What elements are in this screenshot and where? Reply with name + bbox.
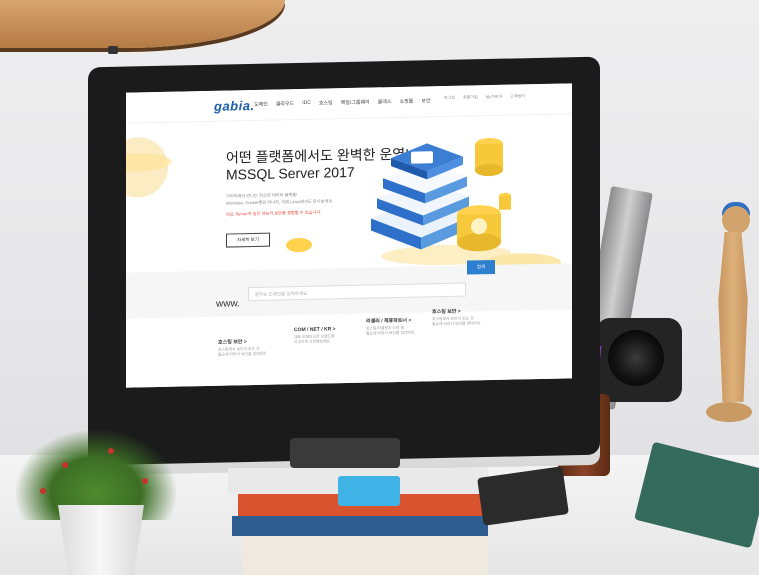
- menu-item-class[interactable]: 클래스: [378, 98, 392, 105]
- utility-links: 로그인 회원가입 My가비아 고객센터: [444, 93, 525, 101]
- menu-item-hosting[interactable]: 호스팅: [319, 99, 333, 106]
- site-logo[interactable]: gabia.: [214, 98, 255, 114]
- domain-search-button[interactable]: 검색: [467, 259, 495, 275]
- hero-title-line2: MSSQL Server 2017: [226, 163, 355, 183]
- info-columns: 호스팅 보안 > 호스팅에서 보안이 있는 것 필요에 따라서 보안을 업데이트 …: [126, 307, 572, 388]
- monitor-screen: gabia. 도메인 클라우드 IDC 호스팅 메일/그룹웨어 클래스 쇼핑몰 …: [126, 83, 572, 388]
- decor-puck: [286, 237, 312, 253]
- book: [242, 536, 488, 575]
- info-col-desc: 대표 도메인으로 브랜드를 이것으로 시작해보세요: [294, 334, 335, 345]
- info-col-com-net-kr[interactable]: COM / NET / KR > 대표 도메인으로 브랜드를 이것으로 시작해보세…: [294, 326, 336, 345]
- menu-item-mail[interactable]: 메일/그룹웨어: [341, 99, 370, 107]
- menu-item-shop[interactable]: 쇼핑몰: [399, 98, 413, 105]
- hero-note: SQL Server의 높은 성능과 보안을 경험할 수 있습니다.: [226, 209, 322, 217]
- menu-item-cloud[interactable]: 클라우드: [276, 100, 294, 107]
- info-col-title: 호스팅 보안 >: [218, 339, 247, 346]
- external-drive: [290, 438, 400, 468]
- menu-item-security[interactable]: 보안: [421, 97, 430, 104]
- isometric-server-illustration: [371, 138, 511, 266]
- figure-head: [722, 206, 750, 234]
- plant-berry: [40, 488, 46, 494]
- info-col-hosting-security-2[interactable]: 호스팅 보안 > 호스팅에서 보안이 있는 것 필요에 따라서 보안을 업데이트: [432, 307, 481, 327]
- signup-link[interactable]: 회원가입: [463, 94, 478, 100]
- info-col-desc: 호스팅/리셀링과 이전 등 필요에 따라서 보안을 업데이트: [366, 325, 415, 336]
- info-col-title: COM / NET / KR >: [294, 326, 336, 334]
- hero-more-button[interactable]: 자세히 보기: [226, 232, 270, 248]
- info-col-desc: 호스팅에서 보안이 있는 것 필요에 따라서 보안을 업데이트: [218, 346, 267, 357]
- plant-berry: [142, 478, 148, 484]
- www-prefix: www.: [216, 298, 240, 310]
- blue-box: [338, 476, 400, 506]
- main-menu: 도메인 클라우드 IDC 호스팅 메일/그룹웨어 클래스 쇼핑몰 보안: [254, 97, 430, 108]
- info-col-title: 리셀러 / 제휴파트너 >: [366, 317, 412, 325]
- hero-desc-line2: Windows, Docker뿐만 아니라, 이제 Linux에서도 만나보세요…: [226, 198, 334, 206]
- info-col-hosting-security[interactable]: 호스팅 보안 > 호스팅에서 보안이 있는 것 필요에 따라서 보안을 업데이트: [218, 338, 267, 358]
- info-col-reseller[interactable]: 리셀러 / 제휴파트너 > 호스팅/리셀링과 이전 등 필요에 따라서 보안을 업…: [366, 317, 415, 337]
- info-col-title: 호스팅 보안 >: [432, 308, 461, 316]
- shelf-peg: [108, 46, 118, 54]
- book: [232, 516, 488, 536]
- hero-banner: 어떤 플랫폼에서도 완벽한 운영! MSSQL Server 2017 가비아에…: [126, 114, 572, 293]
- plant-berry: [108, 448, 114, 454]
- plant-berry: [62, 462, 68, 468]
- support-link[interactable]: 고객센터: [510, 93, 525, 99]
- camera-lens: [608, 330, 664, 386]
- menu-item-idc[interactable]: IDC: [302, 100, 311, 107]
- login-link[interactable]: 로그인: [444, 95, 455, 101]
- menu-item-domain[interactable]: 도메인: [254, 101, 268, 108]
- mypage-link[interactable]: My가비아: [486, 94, 502, 100]
- mannequin-base: [706, 402, 752, 422]
- info-col-desc: 호스팅에서 보안이 있는 것 필요에 따라서 보안을 업데이트: [432, 316, 481, 327]
- plant-pot: [58, 505, 144, 575]
